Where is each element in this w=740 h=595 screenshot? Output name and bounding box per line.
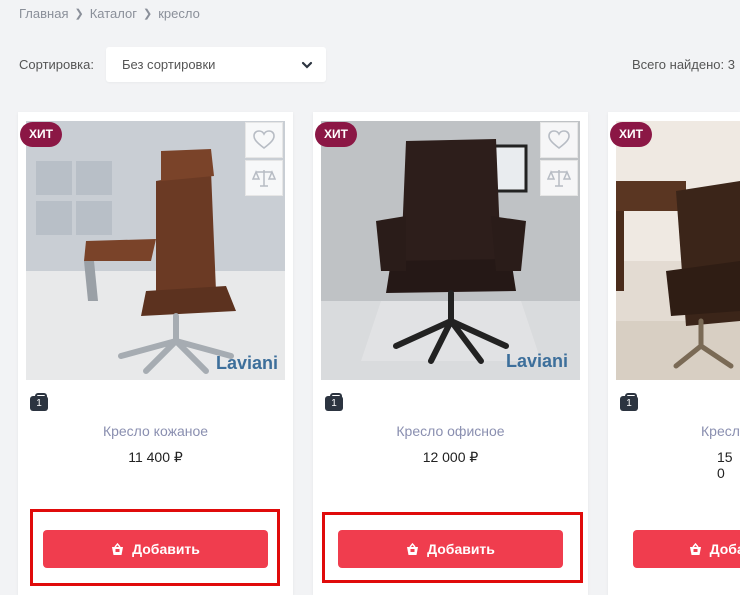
product-name[interactable]: Кресло [701,423,740,439]
scales-icon [547,170,571,187]
brand-watermark: Laviani [506,351,568,371]
product-price: 11 400 ₽ [128,449,183,465]
sort-value: Без сортировки [122,57,216,72]
sort-label: Сортировка: [19,57,94,72]
compare-button[interactable] [245,160,283,196]
total-found: Всего найдено: 3 [631,57,735,72]
stock-quantity: 1 [325,393,343,411]
chevron-right-icon: ❯ [74,8,84,20]
highlight-box [322,512,583,583]
product-name[interactable]: Кресло кожаное [18,423,293,439]
hit-badge: ХИТ [20,122,62,147]
basket-icon [689,542,701,555]
product-card[interactable]: ХИТ 1 Кресло 15 0 Добавить [608,112,740,595]
heart-icon [548,130,570,150]
scales-icon [252,170,276,187]
favorite-button[interactable] [540,122,578,158]
heart-icon [253,130,275,150]
breadcrumb-home[interactable]: Главная [19,6,68,21]
product-price: 12 000 ₽ [422,449,479,465]
chevron-right-icon: ❯ [142,8,153,20]
add-to-cart-button[interactable]: Добавить [633,530,740,568]
breadcrumb: Главная ❯ Каталог ❯ кресло [19,6,200,21]
compare-button[interactable] [540,160,578,196]
hit-badge: ХИТ [315,122,357,147]
product-name[interactable]: Кресло офисное [313,423,588,439]
stock-quantity: 1 [30,393,48,411]
product-price: 15 0 [717,449,733,481]
breadcrumb-catalog[interactable]: Каталог [90,6,137,21]
product-image[interactable] [616,121,740,380]
hit-badge: ХИТ [610,122,652,147]
stock-quantity: 1 [620,393,638,411]
breadcrumb-current: кресло [158,6,200,21]
sort-select[interactable]: Без сортировки [106,47,326,82]
favorite-button[interactable] [245,122,283,158]
chevron-down-icon [301,61,313,69]
add-button-label: Добавить [709,541,740,557]
brand-watermark: Laviani [216,353,278,373]
highlight-box [30,509,280,586]
